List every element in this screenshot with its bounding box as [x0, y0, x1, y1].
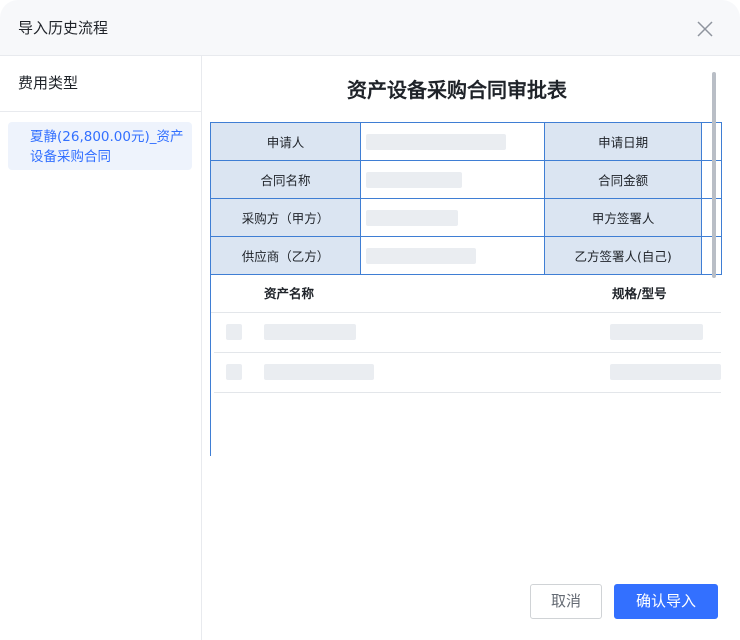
preview-panel: 资产设备采购合同审批表 申请人 申请日期 合同名称 合同金额 采购方（甲方） 甲… — [202, 56, 740, 640]
sidebar: 费用类型 夏静(26,800.00元)_资产设备采购合同 — [0, 56, 202, 640]
form-row: 申请人 申请日期 — [209, 122, 722, 161]
row-checkbox-placeholder — [226, 364, 242, 380]
column-header-asset-name: 资产名称 — [264, 286, 315, 301]
field-value — [360, 160, 545, 199]
sidebar-item-label: 夏静(26,800.00元)_资产设备采购合同 — [30, 129, 184, 165]
form-title: 资产设备采购合同审批表 — [347, 78, 567, 102]
field-label: 申请日期 — [543, 122, 703, 161]
cell-placeholder — [264, 364, 374, 380]
cell-placeholder — [610, 324, 703, 340]
cell-placeholder — [610, 364, 721, 380]
field-value — [360, 198, 545, 237]
preview-viewport[interactable]: 资产设备采购合同审批表 申请人 申请日期 合同名称 合同金额 采购方（甲方） 甲… — [202, 56, 722, 456]
sidebar-title: 费用类型 — [0, 56, 201, 112]
value-placeholder — [366, 209, 459, 226]
table-row — [214, 353, 721, 393]
approval-form-table: 申请人 申请日期 合同名称 合同金额 采购方（甲方） 甲方签署人 供应商（乙方）… — [209, 122, 722, 275]
row-checkbox-placeholder — [226, 324, 242, 340]
form-row: 合同名称 合同金额 — [209, 160, 722, 199]
field-label: 甲方签署人 — [543, 198, 703, 237]
value-placeholder — [366, 133, 507, 150]
column-header-spec-model: 规格/型号 — [612, 286, 667, 301]
close-icon[interactable] — [694, 18, 716, 40]
cancel-button[interactable]: 取消 — [530, 584, 602, 619]
vertical-scrollbar[interactable] — [712, 72, 716, 278]
sidebar-item-history-flow[interactable]: 夏静(26,800.00元)_资产设备采购合同 — [8, 122, 192, 170]
asset-table-header: 资产名称 规格/型号 — [211, 267, 721, 313]
field-label: 合同金额 — [543, 160, 703, 199]
dialog-title: 导入历史流程 — [18, 19, 109, 37]
cell-placeholder — [264, 324, 356, 340]
confirm-import-button[interactable]: 确认导入 — [614, 584, 718, 619]
value-placeholder — [366, 171, 463, 188]
value-placeholder — [366, 247, 477, 264]
field-label: 采购方（甲方） — [209, 198, 362, 237]
import-history-dialog: 导入历史流程 费用类型 夏静(26,800.00元)_资产设备采购合同 资产设备… — [0, 0, 740, 640]
dialog-header: 导入历史流程 — [0, 0, 740, 56]
field-label: 申请人 — [209, 122, 362, 161]
form-row: 采购方（甲方） 甲方签署人 — [209, 198, 722, 237]
field-value — [360, 122, 545, 161]
table-row — [214, 313, 721, 353]
asset-details-table: 资产名称 规格/型号 — [210, 267, 721, 456]
field-label: 合同名称 — [209, 160, 362, 199]
